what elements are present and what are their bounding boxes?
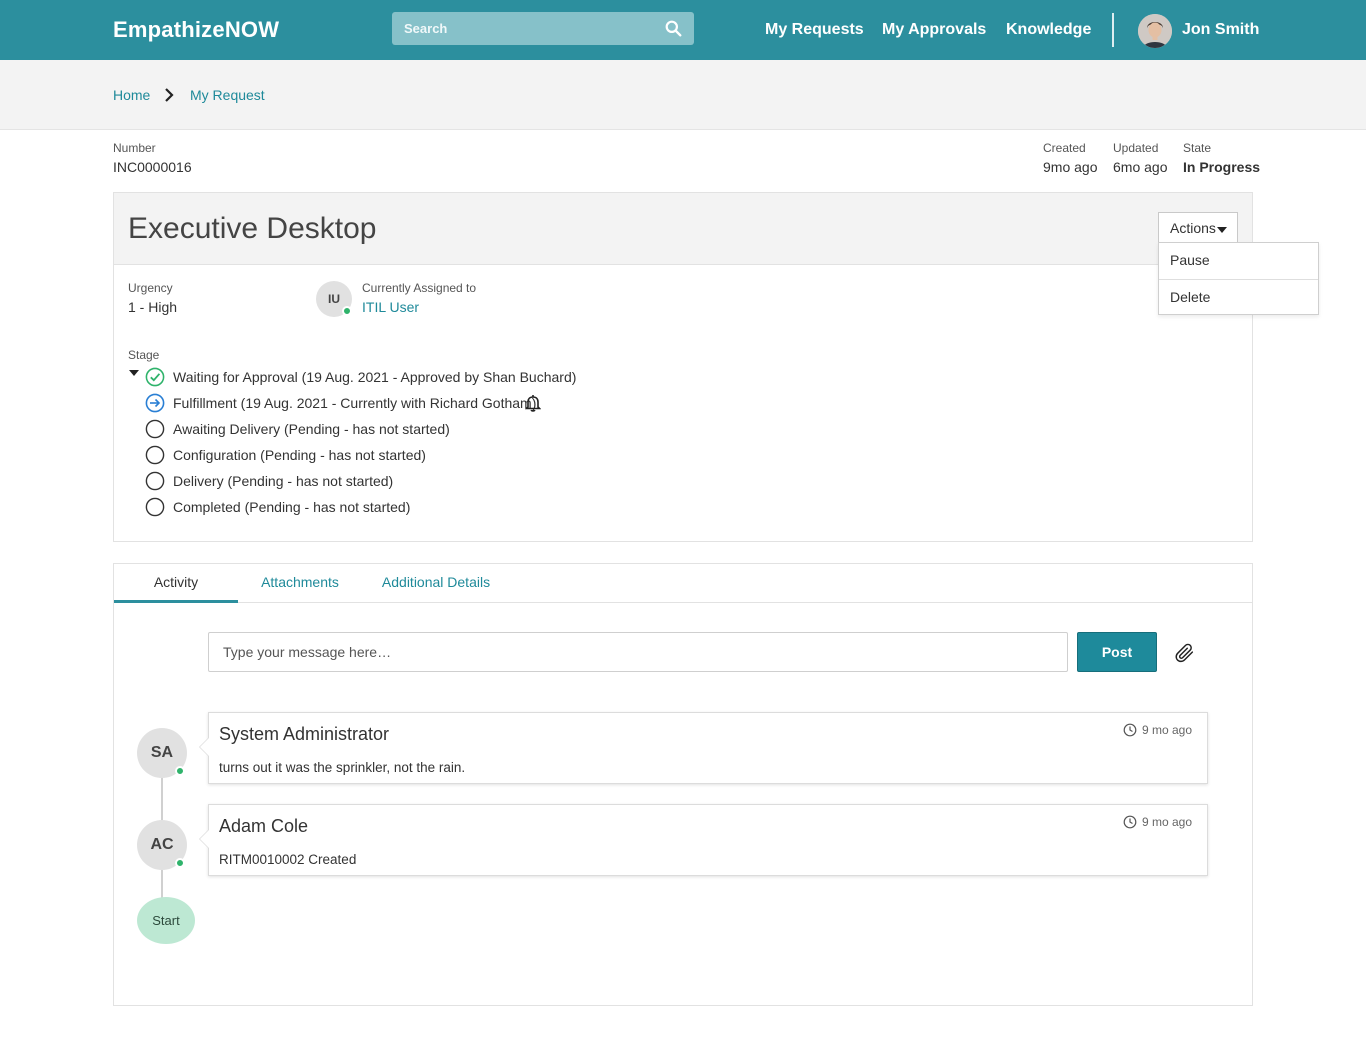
number-label: Number: [113, 141, 156, 155]
activity-panel: Activity Attachments Additional Details …: [113, 563, 1253, 1006]
urgency-label: Urgency: [128, 281, 173, 295]
nav-my-approvals[interactable]: My Approvals: [882, 21, 986, 39]
breadcrumb-home[interactable]: Home: [113, 87, 150, 103]
state-value: In Progress: [1183, 159, 1261, 175]
stage-text: Waiting for Approval (19 Aug. 2021 - App…: [173, 369, 577, 385]
brand-logo[interactable]: EmpathizeNOW: [113, 17, 279, 43]
caret-down-icon: [1217, 227, 1227, 233]
activity-avatar: SA: [137, 728, 187, 778]
nav-divider: [1112, 13, 1114, 47]
breadcrumb-current[interactable]: My Request: [190, 87, 265, 103]
stage-text: Completed (Pending - has not started): [173, 499, 411, 515]
tab-attachments[interactable]: Attachments: [251, 564, 349, 603]
ticket-title: Executive Desktop: [128, 212, 377, 245]
paperclip-icon[interactable]: [1174, 642, 1196, 664]
number-value: INC0000016: [113, 159, 192, 175]
stage-text: Delivery (Pending - has not started): [173, 473, 394, 489]
activity-entry: System Administrator 9 mo ago turns out …: [199, 712, 1208, 784]
stage-text: Configuration (Pending - has not started…: [173, 447, 426, 463]
nav-my-requests[interactable]: My Requests: [765, 21, 864, 39]
menu-item-delete[interactable]: Delete: [1159, 279, 1318, 315]
tab-bar: Activity Attachments Additional Details: [114, 564, 1252, 603]
top-navigation-bar: EmpathizeNOW My Requests My Approvals Kn…: [0, 0, 1366, 60]
circle-icon: [145, 497, 165, 517]
menu-item-pause[interactable]: Pause: [1159, 243, 1318, 279]
created-value: 9mo ago: [1043, 159, 1098, 175]
stage-collapse-toggle[interactable]: [129, 370, 139, 376]
actions-button[interactable]: Actions: [1158, 212, 1238, 244]
tab-additional-details[interactable]: Additional Details: [372, 564, 500, 603]
post-button[interactable]: Post: [1077, 632, 1157, 672]
activity-avatar: AC: [137, 820, 187, 870]
assigned-label: Currently Assigned to: [362, 281, 477, 295]
activity-entry: Adam Cole 9 mo ago RITM0010002 Created: [199, 804, 1208, 876]
tab-activity[interactable]: Activity: [114, 564, 238, 603]
circle-icon: [145, 445, 165, 465]
clock-icon: [1123, 815, 1137, 829]
search-icon[interactable]: [665, 20, 682, 37]
activity-author: System Administrator: [219, 724, 390, 744]
avatar-initials: SA: [150, 744, 174, 761]
urgency-value: 1 - High: [128, 299, 178, 315]
actions-label: Actions: [1170, 220, 1216, 236]
nav-knowledge[interactable]: Knowledge: [1006, 21, 1091, 39]
updated-label: Updated: [1113, 141, 1159, 155]
activity-text: RITM0010002 Created: [219, 852, 357, 867]
assignee-initials: IU: [328, 292, 340, 306]
activity-text: turns out it was the sprinkler, not the …: [219, 760, 466, 775]
bell-icon[interactable]: [525, 394, 541, 412]
assigned-user-link[interactable]: ITIL User: [362, 299, 419, 315]
stage-text: Fulfillment (19 Aug. 2021 - Currently wi…: [173, 395, 537, 411]
state-label: State: [1183, 141, 1212, 155]
activity-author: Adam Cole: [219, 816, 309, 836]
online-status-indicator: [342, 306, 352, 316]
breadcrumb: Home My Request: [0, 60, 1366, 130]
circle-icon: [145, 471, 165, 491]
ticket-card: Executive Desktop Actions Urgency 1 - Hi…: [113, 192, 1253, 542]
activity-timestamp: 9 mo ago: [1141, 815, 1192, 829]
avatar-initials: AC: [150, 836, 174, 853]
user-name[interactable]: Jon Smith: [1182, 21, 1259, 39]
user-photo-icon: [1138, 14, 1172, 48]
clock-icon: [1123, 723, 1137, 737]
check-circle-icon: [145, 367, 165, 387]
user-avatar[interactable]: [1138, 14, 1172, 48]
search-box[interactable]: [392, 12, 694, 45]
stage-text: Awaiting Delivery (Pending - has not sta…: [173, 421, 450, 437]
assignee-avatar: IU: [316, 281, 352, 317]
online-status-indicator: [175, 766, 185, 776]
created-label: Created: [1043, 141, 1086, 155]
online-status-indicator: [175, 858, 185, 868]
arrow-circle-icon: [145, 393, 165, 413]
updated-value: 6mo ago: [1113, 159, 1168, 175]
ticket-header: Executive Desktop Actions: [114, 193, 1252, 265]
chevron-right-icon: [165, 88, 174, 102]
message-input[interactable]: [208, 632, 1068, 672]
circle-icon: [145, 419, 165, 439]
timeline-start-badge: Start: [137, 897, 195, 944]
actions-menu: Pause Delete: [1158, 242, 1319, 315]
activity-timestamp: 9 mo ago: [1141, 723, 1192, 737]
stage-label: Stage: [128, 348, 160, 362]
search-input[interactable]: [392, 12, 652, 45]
